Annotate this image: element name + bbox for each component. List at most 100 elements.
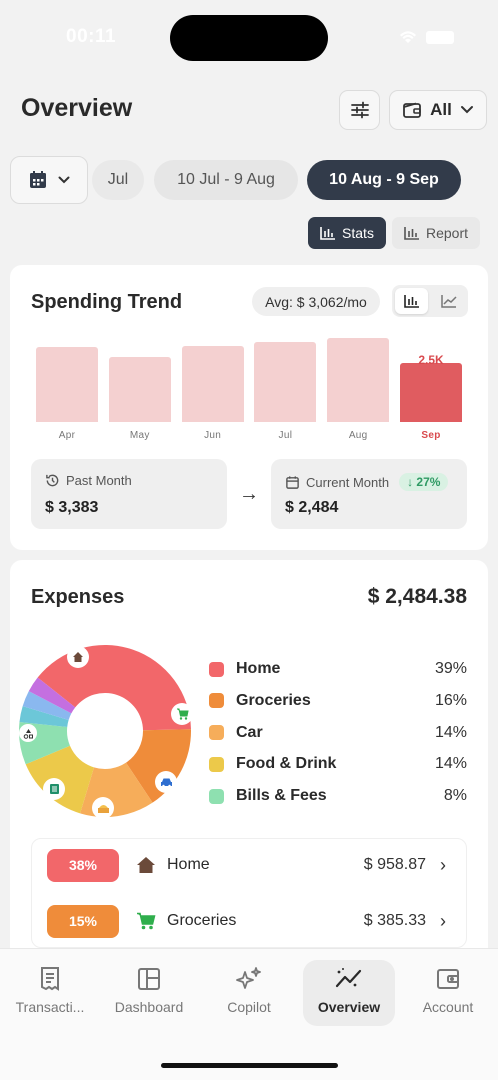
legend-item[interactable]: Food & Drink 14% bbox=[209, 752, 467, 776]
bar-label: Aug bbox=[348, 430, 368, 441]
sliders-icon bbox=[350, 101, 369, 119]
past-month-box: Past Month $ 3,383 bbox=[31, 459, 227, 529]
line-chart-icon bbox=[440, 295, 457, 308]
tab-transactions[interactable]: Transacti... bbox=[4, 960, 96, 1026]
stats-toggle[interactable]: Stats bbox=[308, 217, 386, 249]
bar-chart-icon bbox=[320, 227, 336, 240]
category-amount: $ 385.33 bbox=[363, 912, 426, 929]
tab-label: Account bbox=[422, 999, 474, 1015]
average-badge: Avg: $ 3,062/mo bbox=[252, 287, 380, 316]
period-pill[interactable]: 10 Jul - 9 Aug bbox=[154, 160, 298, 200]
legend-name: Food & Drink bbox=[236, 755, 337, 773]
tab-label: Copilot bbox=[227, 999, 271, 1015]
trend-icon bbox=[335, 968, 362, 988]
history-icon bbox=[46, 474, 59, 487]
account-filter-button[interactable]: All bbox=[389, 90, 487, 130]
list-item[interactable]: 15% Groceries $ 385.33 › bbox=[32, 901, 466, 941]
legend-name: Home bbox=[236, 660, 281, 677]
calendar-icon bbox=[286, 475, 299, 489]
bar-label: Apr bbox=[58, 430, 76, 441]
legend-percent: 39% bbox=[434, 660, 467, 677]
dashboard-icon bbox=[138, 968, 160, 990]
bar-sep[interactable] bbox=[400, 363, 462, 422]
bar-label: Jun bbox=[204, 430, 222, 441]
dynamic-island bbox=[170, 15, 328, 61]
chevron-right-icon: › bbox=[440, 910, 446, 931]
chevron-down-icon bbox=[460, 106, 473, 114]
cart-icon bbox=[171, 703, 193, 725]
change-badge: ↓ 27% bbox=[399, 473, 449, 491]
spending-trend-title: Spending Trend bbox=[31, 291, 183, 313]
tab-copilot[interactable]: Copilot bbox=[203, 960, 295, 1026]
current-month-label: Current Month bbox=[306, 474, 390, 490]
legend-swatch bbox=[209, 693, 224, 709]
arrow-right-icon: → bbox=[239, 483, 259, 505]
period-pill[interactable]: Jul bbox=[92, 160, 144, 200]
bar-aug[interactable] bbox=[327, 337, 390, 422]
food-icon bbox=[92, 797, 114, 819]
past-month-value: $ 3,383 bbox=[45, 499, 99, 516]
legend-item[interactable]: Car 14% bbox=[209, 721, 467, 745]
cart-icon bbox=[135, 912, 157, 930]
tab-label: Dashboard bbox=[114, 999, 184, 1015]
legend-item[interactable]: Groceries 16% bbox=[209, 689, 467, 713]
legend-percent: 14% bbox=[434, 723, 467, 741]
status-icons bbox=[398, 30, 454, 44]
tab-overview[interactable]: Overview bbox=[303, 960, 395, 1026]
calendar-button[interactable] bbox=[10, 156, 88, 204]
category-amount: $ 958.87 bbox=[363, 856, 426, 873]
wifi-icon bbox=[400, 31, 416, 43]
legend-item[interactable]: Bills & Fees 8% bbox=[209, 784, 467, 808]
report-toggle[interactable]: Report bbox=[392, 217, 480, 249]
legend-percent: 14% bbox=[434, 755, 467, 773]
chevron-right-icon: › bbox=[440, 854, 446, 875]
tab-label: Overview bbox=[317, 999, 381, 1015]
current-month-box: Current Month ↓ 27% $ 2,484 bbox=[271, 459, 467, 529]
tab-account[interactable]: Account bbox=[402, 960, 494, 1026]
legend-percent: 16% bbox=[434, 691, 467, 709]
filter-button[interactable] bbox=[339, 90, 380, 130]
shapes-icon bbox=[19, 724, 37, 742]
status-time: 00:11 bbox=[66, 26, 117, 47]
line-chart-toggle[interactable] bbox=[432, 288, 465, 314]
legend-name: Bills & Fees bbox=[236, 787, 327, 805]
car-icon bbox=[155, 771, 177, 793]
receipt-icon bbox=[41, 967, 59, 991]
category-percent-badge: 38% bbox=[47, 848, 119, 882]
page-title: Overview bbox=[21, 94, 133, 122]
wallet-icon bbox=[437, 969, 459, 989]
legend-item[interactable]: Home 39% bbox=[209, 657, 467, 681]
current-month-value: $ 2,484 bbox=[285, 499, 339, 516]
account-filter-label: All bbox=[430, 100, 452, 119]
category-name: Home bbox=[167, 856, 210, 873]
category-percent-badge: 15% bbox=[47, 904, 119, 938]
legend-name: Car bbox=[236, 723, 263, 741]
legend-swatch bbox=[209, 725, 224, 741]
bar-jun[interactable] bbox=[181, 346, 244, 422]
legend-swatch bbox=[209, 661, 224, 677]
bar-label: Jul bbox=[278, 430, 293, 441]
chart-type-toggle[interactable] bbox=[392, 285, 468, 317]
stats-label: Stats bbox=[342, 225, 374, 241]
legend-swatch bbox=[209, 756, 224, 772]
wallet-icon bbox=[403, 102, 422, 118]
bar-may[interactable] bbox=[108, 356, 171, 422]
expenses-total: $ 2,484.38 bbox=[367, 585, 467, 608]
current-bar-value: 2.5K bbox=[418, 353, 444, 367]
list-item[interactable]: 38% Home $ 958.87 › bbox=[32, 845, 466, 885]
category-list: 38% Home $ 958.87 › 15% Groceries $ 385.… bbox=[31, 838, 467, 948]
bar-chart-icon bbox=[403, 295, 419, 308]
legend-percent: 8% bbox=[443, 787, 467, 805]
bill-icon bbox=[43, 778, 65, 800]
tab-dashboard[interactable]: Dashboard bbox=[103, 960, 195, 1026]
bar-apr[interactable] bbox=[36, 347, 98, 422]
bar-chart-toggle[interactable] bbox=[395, 288, 428, 314]
period-pill-selected[interactable]: 10 Aug - 9 Sep bbox=[307, 160, 461, 200]
bar-jul[interactable] bbox=[254, 342, 317, 422]
legend-name: Groceries bbox=[236, 691, 311, 709]
battery-icon bbox=[426, 30, 454, 44]
report-label: Report bbox=[425, 225, 469, 241]
expenses-title: Expenses bbox=[31, 586, 125, 608]
bar-label: Sep bbox=[421, 430, 441, 441]
legend-swatch bbox=[209, 788, 224, 804]
